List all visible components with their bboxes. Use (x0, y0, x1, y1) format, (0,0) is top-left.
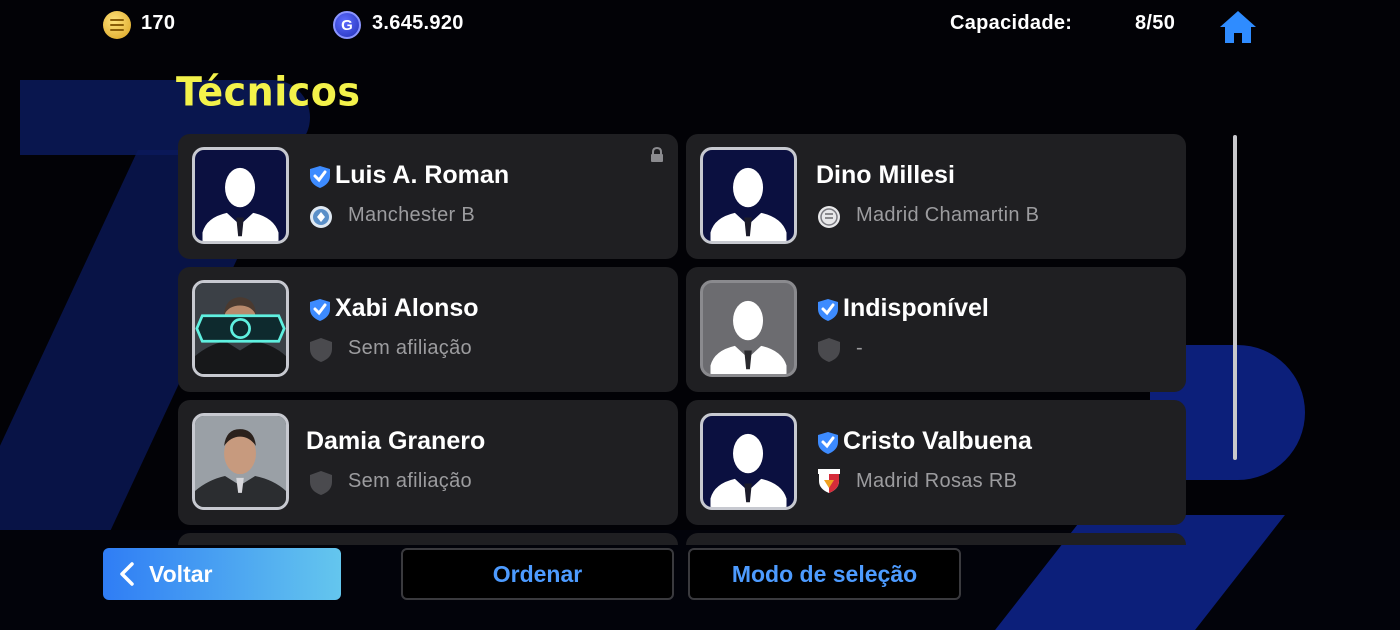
coach-name: Luis A. Roman (335, 161, 510, 189)
back-button[interactable]: Voltar (103, 548, 341, 600)
sort-button[interactable]: Ordenar (401, 548, 674, 600)
coach-card[interactable]: Xabi Alonso Sem afiliação (178, 267, 678, 392)
efootball-coins-value: 170 (141, 12, 176, 34)
no-club-shield-icon (310, 338, 332, 362)
top-bar: 170 G 3.645.920 Capacidade: 8/50 (0, 0, 1400, 52)
gp-value: 3.645.920 (372, 12, 464, 34)
coach-avatar (192, 147, 289, 244)
coach-card[interactable]: Indisponível - (686, 267, 1186, 392)
club-name: Sem afiliação (348, 470, 472, 492)
coach-card-partial[interactable] (178, 533, 678, 545)
back-button-label: Voltar (149, 560, 213, 587)
verified-badge-icon (818, 299, 838, 321)
selection-mode-button-label: Modo de seleção (731, 560, 918, 587)
capacity-value: 8/50 (1135, 12, 1176, 34)
selection-mode-button[interactable]: Modo de seleção (688, 548, 961, 600)
coach-card[interactable]: Damia Granero Sem afiliação (178, 400, 678, 525)
page-title: Técnicos (176, 68, 361, 116)
capacity-label: Capacidade: (950, 12, 1073, 34)
coach-name: Damia Granero (306, 427, 486, 455)
chevron-left-icon (120, 562, 134, 586)
club-crest-icon (818, 206, 840, 228)
no-club-shield-icon (310, 471, 332, 495)
club-name: Madrid Chamartin B (856, 204, 1040, 226)
coach-name: Indisponível (843, 294, 989, 322)
verified-badge-icon (818, 432, 838, 454)
coach-card[interactable]: Luis A. Roman Manchester B (178, 134, 678, 259)
club-name: Madrid Rosas RB (856, 470, 1018, 492)
coach-name: Dino Millesi (816, 161, 955, 189)
club-crest-icon (818, 469, 840, 493)
epic-emblem-icon (195, 314, 286, 343)
coach-card-partial[interactable] (686, 533, 1186, 545)
screen: 170 G 3.645.920 Capacidade: 8/50 Técnico… (0, 0, 1400, 630)
club-name: Sem afiliação (348, 337, 472, 359)
no-club-shield-icon (818, 338, 840, 362)
lock-icon (651, 147, 663, 162)
coach-avatar (700, 147, 797, 244)
efootball-coin-icon (103, 11, 131, 39)
verified-badge-icon (310, 166, 330, 188)
coach-name: Cristo Valbuena (843, 427, 1032, 455)
coach-avatar (700, 413, 797, 510)
coach-photo (192, 413, 289, 510)
coach-name: Xabi Alonso (335, 294, 479, 322)
coach-card[interactable]: Dino Millesi Madrid Chamartin B (686, 134, 1186, 259)
coach-photo (192, 280, 289, 377)
gp-coin-icon: G (333, 11, 361, 39)
coach-avatar (700, 280, 797, 377)
club-name: Manchester B (348, 204, 475, 226)
verified-badge-icon (310, 299, 330, 321)
scrollbar[interactable] (1233, 135, 1237, 460)
club-name: - (856, 337, 863, 359)
home-icon[interactable] (1218, 9, 1258, 45)
club-crest-icon (310, 206, 332, 228)
coach-card[interactable]: Cristo Valbuena Madrid Rosas RB (686, 400, 1186, 525)
sort-button-label: Ordenar (492, 560, 583, 587)
